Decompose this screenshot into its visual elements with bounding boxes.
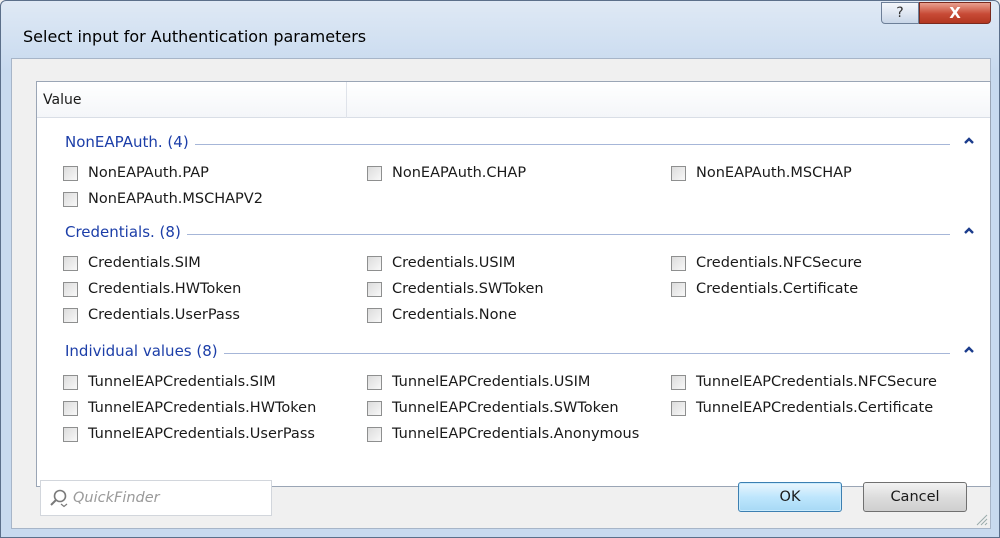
checkbox[interactable] (671, 374, 686, 390)
checkbox-label: NonEAPAuth.MSCHAP (696, 165, 852, 181)
group-header-noneapauth[interactable]: NonEAPAuth. (4) (37, 133, 990, 155)
checkbox-item[interactable]: TunnelEAPCredentials.Certificate (671, 397, 933, 419)
dialog-body: Value NonEAPAuth. (4) NonEAPAuth.PAP Non… (11, 58, 991, 529)
group-divider (65, 234, 950, 235)
checkbox-label: Credentials.NFCSecure (696, 255, 862, 271)
group-title: Credentials. (8) (65, 223, 187, 241)
checkbox-item[interactable]: NonEAPAuth.PAP (63, 162, 209, 184)
checkbox-item[interactable]: TunnelEAPCredentials.USIM (367, 371, 590, 393)
cancel-button[interactable]: Cancel (863, 482, 967, 512)
checkbox-item[interactable]: Credentials.USIM (367, 252, 515, 274)
checkbox[interactable] (671, 165, 686, 181)
quickfinder-input[interactable]: QuickFinder (40, 480, 272, 516)
checkbox-label: TunnelEAPCredentials.USIM (392, 374, 591, 390)
checkbox-item[interactable]: NonEAPAuth.CHAP (367, 162, 526, 184)
checkbox-label: TunnelEAPCredentials.Certificate (696, 400, 934, 416)
checkbox[interactable] (63, 255, 78, 271)
close-icon: X (949, 4, 961, 22)
checkbox[interactable] (367, 374, 382, 390)
checkbox[interactable] (367, 307, 382, 323)
checkbox[interactable] (63, 426, 78, 442)
collapse-icon[interactable] (962, 224, 976, 238)
checkbox[interactable] (671, 255, 686, 271)
collapse-icon[interactable] (962, 134, 976, 148)
group-divider (65, 144, 950, 145)
group-title: NonEAPAuth. (4) (65, 133, 195, 151)
checkbox[interactable] (367, 255, 382, 271)
checkbox-item[interactable]: Credentials.SWToken (367, 278, 544, 300)
checkbox[interactable] (63, 374, 78, 390)
selection-list: Value NonEAPAuth. (4) NonEAPAuth.PAP Non… (36, 81, 991, 487)
group-header-credentials[interactable]: Credentials. (8) (37, 223, 990, 245)
checkbox[interactable] (671, 400, 686, 416)
dialog-window: Select input for Authentication paramete… (0, 0, 1000, 538)
column-header-value[interactable]: Value (37, 82, 347, 118)
checkbox[interactable] (63, 307, 78, 323)
group-header-individual-values[interactable]: Individual values (8) (37, 342, 990, 364)
checkbox-item[interactable]: Credentials.NFCSecure (671, 252, 862, 274)
column-header-row: Value (37, 82, 990, 118)
checkbox-item[interactable]: Credentials.SIM (63, 252, 201, 274)
checkbox-label: TunnelEAPCredentials.SWToken (392, 400, 619, 416)
checkbox[interactable] (367, 281, 382, 297)
checkbox-item[interactable]: NonEAPAuth.MSCHAP (671, 162, 852, 184)
checkbox[interactable] (63, 191, 78, 207)
checkbox[interactable] (367, 165, 382, 181)
quickfinder-placeholder: QuickFinder (73, 490, 160, 506)
checkbox-item[interactable]: TunnelEAPCredentials.NFCSecure (671, 371, 937, 393)
checkbox-item[interactable]: Credentials.Certificate (671, 278, 858, 300)
checkbox-item[interactable]: TunnelEAPCredentials.UserPass (63, 423, 315, 445)
resize-grip-icon[interactable] (974, 512, 988, 526)
dialog-title: Select input for Authentication paramete… (23, 27, 367, 46)
checkbox[interactable] (63, 281, 78, 297)
checkbox-label: Credentials.SWToken (392, 281, 544, 297)
checkbox-item[interactable]: Credentials.HWToken (63, 278, 241, 300)
checkbox-label: Credentials.UserPass (88, 307, 240, 323)
search-icon (50, 489, 68, 508)
checkbox-item[interactable]: TunnelEAPCredentials.SWToken (367, 397, 619, 419)
help-button[interactable]: ? (881, 2, 919, 24)
checkbox-label: TunnelEAPCredentials.NFCSecure (696, 374, 937, 390)
checkbox[interactable] (367, 400, 382, 416)
checkbox-item[interactable]: NonEAPAuth.MSCHAPV2 (63, 188, 263, 210)
checkbox[interactable] (671, 281, 686, 297)
checkbox-label: NonEAPAuth.MSCHAPV2 (88, 191, 263, 207)
checkbox-label: Credentials.SIM (88, 255, 201, 271)
checkbox-label: Credentials.USIM (392, 255, 516, 271)
checkbox[interactable] (367, 426, 382, 442)
checkbox-item[interactable]: Credentials.None (367, 304, 517, 326)
checkbox-item[interactable]: TunnelEAPCredentials.Anonymous (367, 423, 639, 445)
ok-button[interactable]: OK (738, 482, 842, 512)
checkbox-label: Credentials.HWToken (88, 281, 242, 297)
checkbox-item[interactable]: TunnelEAPCredentials.SIM (63, 371, 276, 393)
checkbox[interactable] (63, 400, 78, 416)
close-button[interactable]: X (919, 2, 991, 24)
checkbox-label: TunnelEAPCredentials.UserPass (88, 426, 315, 442)
checkbox-item[interactable]: Credentials.UserPass (63, 304, 240, 326)
checkbox-label: NonEAPAuth.PAP (88, 165, 209, 181)
checkbox-label: Credentials.None (392, 307, 517, 323)
checkbox-label: TunnelEAPCredentials.Anonymous (392, 426, 640, 442)
help-icon: ? (896, 5, 904, 21)
checkbox-label: NonEAPAuth.CHAP (392, 165, 527, 181)
checkbox[interactable] (63, 165, 78, 181)
collapse-icon[interactable] (962, 343, 976, 357)
group-title: Individual values (8) (65, 342, 224, 360)
checkbox-item[interactable]: TunnelEAPCredentials.HWToken (63, 397, 316, 419)
checkbox-label: Credentials.Certificate (696, 281, 859, 297)
checkbox-label: TunnelEAPCredentials.HWToken (88, 400, 317, 416)
checkbox-label: TunnelEAPCredentials.SIM (88, 374, 276, 390)
